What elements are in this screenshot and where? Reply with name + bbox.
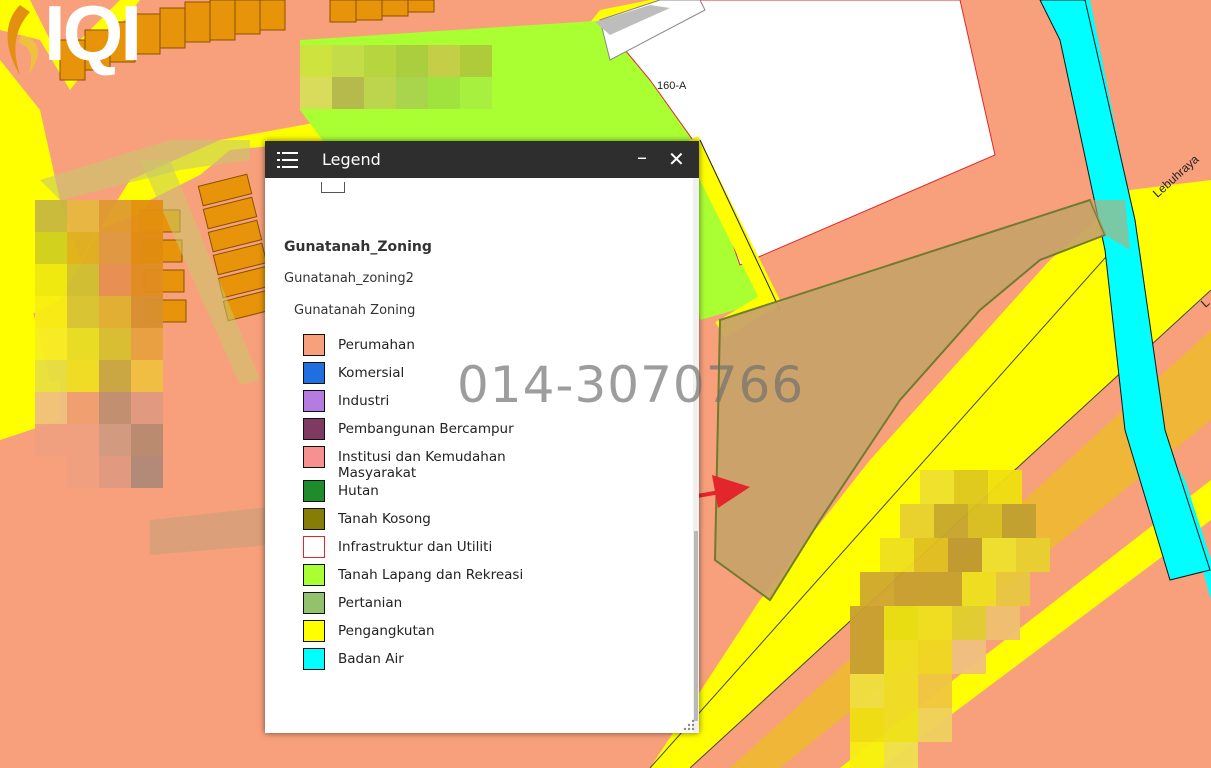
legend-scrollbar[interactable] (693, 178, 699, 733)
legend-panel: Legend – ✕ Gunatanah_Zoning Gunatanah_zo… (265, 141, 699, 733)
logo-text: IQI (44, 0, 142, 77)
legend-item-label: Tanah Lapang dan Rekreasi (338, 567, 524, 583)
legend-item-label: Infrastruktur dan Utiliti (338, 539, 493, 555)
legend-swatch (303, 480, 325, 502)
legend-swatch (303, 508, 325, 530)
legend-swatch (303, 564, 325, 586)
legend-item-label: Pembangunan Bercampur (338, 421, 514, 437)
close-icon[interactable]: ✕ (668, 147, 685, 171)
partial-swatch (321, 182, 345, 193)
legend-item-label: Perumahan (338, 337, 415, 353)
legend-swatch (303, 536, 325, 558)
phone-watermark: 014-3070766 (457, 356, 805, 414)
legend-swatch (303, 620, 325, 642)
legend-item-label: Tanah Kosong (338, 511, 431, 527)
legend-swatch (303, 334, 325, 356)
hamburger-menu-icon[interactable] (277, 151, 299, 169)
legend-item-label: Badan Air (338, 651, 404, 667)
legend-swatch (303, 418, 325, 440)
brand-logo: IQI (0, 0, 142, 80)
legend-item-label: Pertanian (338, 595, 403, 611)
scrollbar-thumb[interactable] (694, 531, 698, 721)
legend-swatch (303, 648, 325, 670)
legend-item-label: Hutan (338, 483, 379, 499)
legend-item-label: Pengangkutan (338, 623, 435, 639)
sublayer-name: Gunatanah_zoning2 (284, 271, 414, 286)
layer-name: Gunatanah_Zoning (284, 239, 432, 255)
legend-title: Legend (322, 150, 381, 169)
legend-body: Gunatanah_Zoning Gunatanah_zoning2 Gunat… (265, 178, 693, 733)
legend-swatch (303, 390, 325, 412)
legend-swatch (303, 592, 325, 614)
legend-swatch (303, 446, 325, 468)
minimize-icon[interactable]: – (637, 145, 647, 169)
legend-item-label: Institusi dan Kemudahan Masyarakat (338, 449, 506, 481)
legend-header: Legend – ✕ (265, 141, 699, 178)
lot-label: 160-A (657, 80, 687, 92)
group-name: Gunatanah Zoning (294, 303, 416, 318)
resize-grip-icon[interactable] (683, 719, 695, 731)
legend-swatch (303, 362, 325, 384)
